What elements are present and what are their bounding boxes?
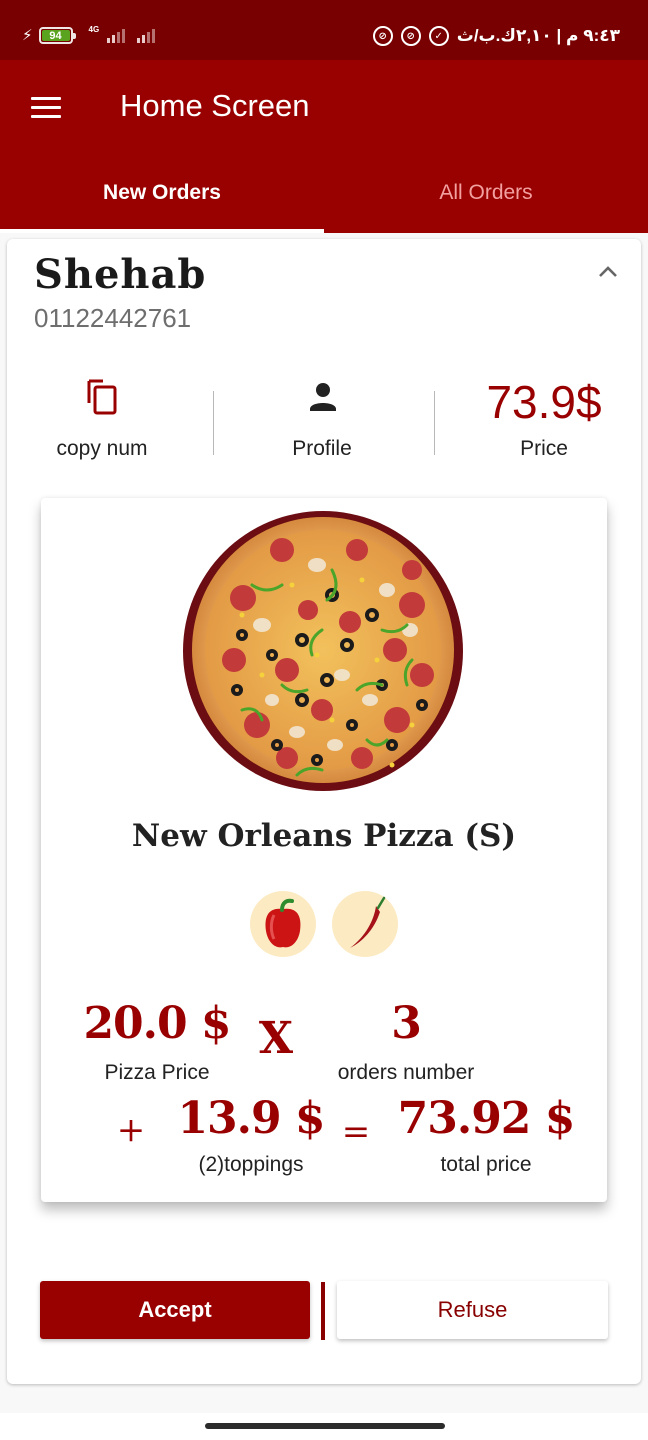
orders-number-value: 3 <box>391 998 422 1049</box>
tab-bar: New Orders All Orders <box>0 165 648 233</box>
tab-new-orders[interactable]: New Orders <box>0 165 324 233</box>
toppings-price-value: 13.9 $ <box>177 1093 325 1144</box>
total-price-label: total price <box>440 1153 532 1176</box>
person-icon <box>310 383 336 411</box>
battery-level: 94 <box>49 29 62 42</box>
pizza-name: New Orleans Pizza (S) <box>131 818 517 854</box>
price-label: Price <box>520 437 568 460</box>
charging-bolt-icon: ⚡ <box>22 27 33 44</box>
equals-sign: = <box>341 1112 371 1152</box>
copy-number-button[interactable]: copy num <box>7 369 197 469</box>
order-card: Shehab 01122442761 copy num Profile 73.9… <box>7 239 641 1384</box>
chevron-up-icon[interactable] <box>597 263 619 279</box>
multiply-sign: X <box>258 1013 294 1064</box>
accept-button[interactable]: Accept <box>40 1281 310 1339</box>
toppings-price-label: (2)toppings <box>198 1153 304 1176</box>
toppings-list <box>41 891 607 957</box>
pizza-image[interactable] <box>182 510 465 792</box>
plus-sign: + <box>116 1110 146 1150</box>
price-value: 73.9$ <box>486 376 602 428</box>
profile-label: Profile <box>292 437 352 460</box>
divider <box>213 391 214 455</box>
status-bar: ⚡ 94 4G ⊘ ⊘ ✓ ٩:٤٣ م | ٢,١٠ك.ب/ث <box>0 0 648 60</box>
button-divider <box>321 1282 325 1340</box>
pizza-price-label: Pizza Price <box>104 1061 210 1084</box>
home-indicator[interactable] <box>205 1423 445 1429</box>
signal-icon <box>137 28 156 43</box>
tab-indicator <box>0 229 324 233</box>
order-actions: copy num Profile 73.9$ Price <box>7 369 641 469</box>
do-not-disturb-icon: ⊘ <box>372 26 393 46</box>
status-right: ⊘ ⊘ ✓ ٩:٤٣ م | ٢,١٠ك.ب/ث <box>372 26 620 46</box>
topping-chili-pepper[interactable] <box>332 891 398 957</box>
refuse-button[interactable]: Refuse <box>337 1281 608 1339</box>
customer-phone: 01122442761 <box>34 303 192 333</box>
price-summary: 73.9$ Price <box>449 369 639 469</box>
pizza-price-value: 20.0 $ <box>83 998 231 1049</box>
network-type: 4G <box>88 25 100 34</box>
status-left: ⚡ 94 4G <box>22 25 156 44</box>
customer-name: Shehab <box>34 251 207 298</box>
alarm-icon: ✓ <box>428 26 449 46</box>
page-title: Home Screen <box>120 88 310 123</box>
status-time: ٩:٤٣ م | ٢,١٠ك.ب/ث <box>456 26 620 45</box>
bell-pepper-icon <box>265 898 301 948</box>
system-nav-bar <box>0 1413 648 1440</box>
signal-4g-icon <box>107 28 126 43</box>
copy-icon <box>87 379 117 415</box>
orders-number-label: orders number <box>337 1061 475 1084</box>
divider <box>434 391 435 455</box>
pizza-item-card: New Orleans Pizza (S) 20.0 $ Pizza Price… <box>41 498 607 1202</box>
profile-button[interactable]: Profile <box>227 369 417 469</box>
chili-pepper-icon <box>350 896 386 948</box>
total-price-value: 73.92 $ <box>397 1093 576 1144</box>
tab-all-orders[interactable]: All Orders <box>324 165 648 233</box>
battery-icon: 94 <box>38 27 76 44</box>
do-not-disturb-icon: ⊘ <box>400 26 421 46</box>
menu-icon[interactable] <box>31 97 61 119</box>
app-bar: Home Screen New Orders All Orders <box>0 60 648 233</box>
copy-number-label: copy num <box>56 437 148 460</box>
topping-bell-pepper[interactable] <box>250 891 316 957</box>
